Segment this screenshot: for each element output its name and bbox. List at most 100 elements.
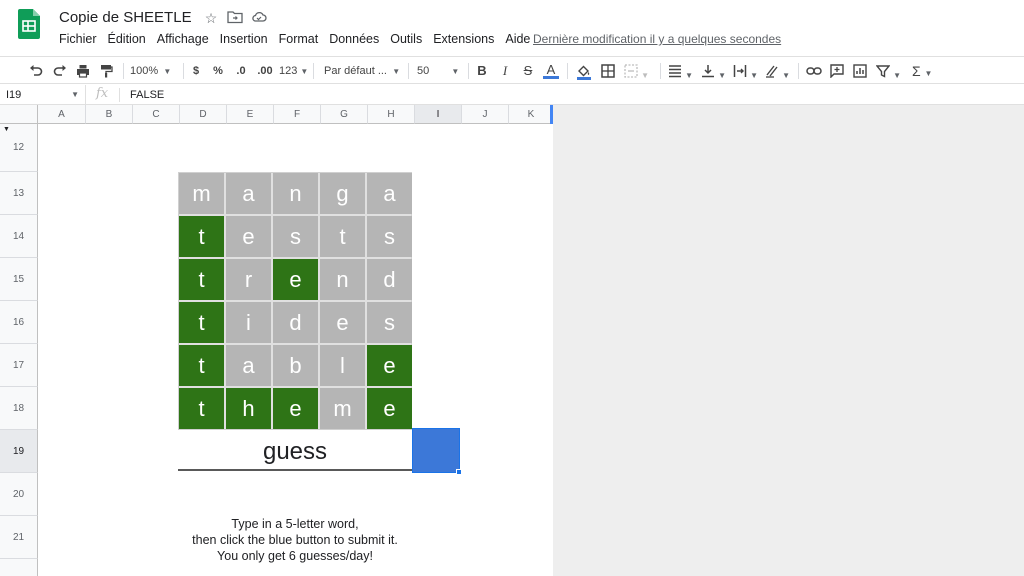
cloud-saved-icon[interactable] (250, 10, 268, 26)
chevron-down-icon: ▼ (71, 90, 79, 99)
fx-icon: fx (96, 86, 109, 101)
column-header-g[interactable]: G (321, 105, 368, 124)
guess-input-cell[interactable]: guess (178, 430, 412, 471)
menu-insertion[interactable]: Insertion (220, 32, 268, 46)
row-header-18[interactable]: 18 (0, 387, 38, 430)
formula-input[interactable]: FALSE (130, 85, 164, 105)
row-header-21[interactable]: 21 (0, 516, 38, 559)
vertical-align-icon[interactable]: ▼ (701, 62, 729, 80)
insert-comment-icon[interactable] (828, 62, 846, 80)
menu-aide[interactable]: Aide (505, 32, 530, 46)
text-wrap-icon[interactable]: ▼ (733, 62, 761, 80)
functions-button[interactable]: Σ ▼ (912, 62, 942, 80)
row-header-13[interactable]: 13 (0, 172, 38, 215)
column-header-b[interactable]: B (86, 105, 133, 124)
letter-tile: s (367, 216, 412, 257)
text-rotation-icon[interactable]: ▼ (765, 62, 793, 80)
star-icon[interactable]: ☆ (202, 10, 220, 26)
redo-icon[interactable] (51, 62, 69, 80)
row-header-20[interactable]: 20 (0, 473, 38, 516)
toolbar-separator (798, 63, 799, 79)
letter-tile: e (273, 388, 318, 429)
letter-tile: e (273, 259, 318, 300)
insert-link-icon[interactable] (805, 62, 823, 80)
toolbar-separator (183, 63, 184, 79)
toolbar-separator (123, 63, 124, 79)
insert-chart-icon[interactable] (851, 62, 869, 80)
undo-icon[interactable] (27, 62, 45, 80)
letter-tile: t (179, 216, 224, 257)
row-group-arrow-icon[interactable]: ▼ (3, 126, 10, 133)
percent-format-button[interactable]: % (210, 62, 226, 80)
move-folder-icon[interactable] (226, 10, 244, 26)
chevron-down-icon: ▼ (300, 67, 309, 76)
currency-format-button[interactable]: $ (189, 62, 203, 80)
letter-tile: s (273, 216, 318, 257)
zoom-select[interactable]: 100% ▼ (130, 62, 176, 80)
chevron-down-icon: ▼ (718, 71, 726, 80)
menu-affichage[interactable]: Affichage (157, 32, 209, 46)
print-icon[interactable] (74, 62, 92, 80)
strikethrough-button[interactable]: S (520, 62, 536, 80)
instruction-line: You only get 6 guesses/day! (217, 549, 373, 563)
column-header-a[interactable]: A (38, 105, 86, 124)
column-header-i[interactable]: I (415, 105, 462, 124)
more-formats-button[interactable]: 123 ▼ (279, 62, 309, 80)
column-header-e[interactable]: E (227, 105, 274, 124)
menu-format[interactable]: Format (279, 32, 319, 46)
row-header-16[interactable]: 16 (0, 301, 38, 344)
row-header-17[interactable]: 17 (0, 344, 38, 387)
chevron-down-icon: ▼ (924, 69, 933, 78)
letter-tile: s (367, 302, 412, 343)
letter-tile: t (179, 388, 224, 429)
chevron-down-icon: ▼ (750, 71, 758, 80)
column-header-h[interactable]: H (368, 105, 415, 124)
select-all-corner[interactable] (0, 105, 38, 124)
menu-outils[interactable]: Outils (390, 32, 422, 46)
row-header-14[interactable]: 14 (0, 215, 38, 258)
menu-extensions[interactable]: Extensions (433, 32, 494, 46)
toolbar-separator (313, 63, 314, 79)
name-box[interactable]: I19 ▼ (0, 85, 86, 105)
row-header-22[interactable]: 22 (0, 559, 38, 576)
merge-cells-icon[interactable]: ▼ (624, 62, 654, 80)
column-header-d[interactable]: D (180, 105, 227, 124)
font-select[interactable]: Par défaut ... ▼ (324, 62, 402, 80)
letter-tile: a (226, 173, 271, 214)
last-edit-link[interactable]: Dernière modification il y a quelques se… (533, 32, 781, 46)
toolbar: 100% ▼ $ % .0 .00 123 ▼ Par défaut ... ▼… (0, 56, 1024, 84)
row-header-15[interactable]: 15 (0, 258, 38, 301)
menu-fichier[interactable]: Fichier (59, 32, 97, 46)
increase-decimals-button[interactable]: .00 (254, 62, 276, 80)
toolbar-separator (567, 63, 568, 79)
menu-donnees[interactable]: Données (329, 32, 379, 46)
menu-edition[interactable]: Édition (108, 32, 146, 46)
sigma-icon: Σ (912, 63, 921, 79)
letter-tile: t (179, 259, 224, 300)
bold-button[interactable]: B (474, 62, 490, 80)
fill-color-icon[interactable] (575, 62, 593, 80)
submit-guess-button[interactable] (413, 429, 459, 472)
filter-icon[interactable]: ▼ (876, 62, 906, 80)
chevron-down-icon: ▼ (685, 71, 693, 80)
document-title[interactable]: Copie de SHEETLE (59, 9, 192, 26)
letter-tile: l (320, 345, 365, 386)
row-header-19[interactable]: 19 (0, 430, 38, 473)
letter-tile: n (320, 259, 365, 300)
paint-format-icon[interactable] (97, 62, 115, 80)
sheetle-board: mangateststrendtidestabletheme (178, 172, 412, 430)
italic-button[interactable]: I (497, 62, 513, 80)
borders-icon[interactable] (599, 62, 617, 80)
font-size-select[interactable]: 50 ▼ (417, 62, 463, 80)
fill-handle[interactable] (456, 469, 462, 475)
sheets-logo-icon[interactable] (18, 9, 40, 39)
text-color-button[interactable]: A (543, 62, 559, 79)
letter-tile: n (273, 173, 318, 214)
column-header-c[interactable]: C (133, 105, 180, 124)
title-icons: ☆ (202, 10, 268, 26)
decrease-decimals-button[interactable]: .0 (232, 62, 250, 80)
column-header-j[interactable]: J (462, 105, 509, 124)
horizontal-align-icon[interactable]: ▼ (668, 62, 696, 80)
column-header-k[interactable]: K (509, 105, 554, 124)
column-header-f[interactable]: F (274, 105, 321, 124)
